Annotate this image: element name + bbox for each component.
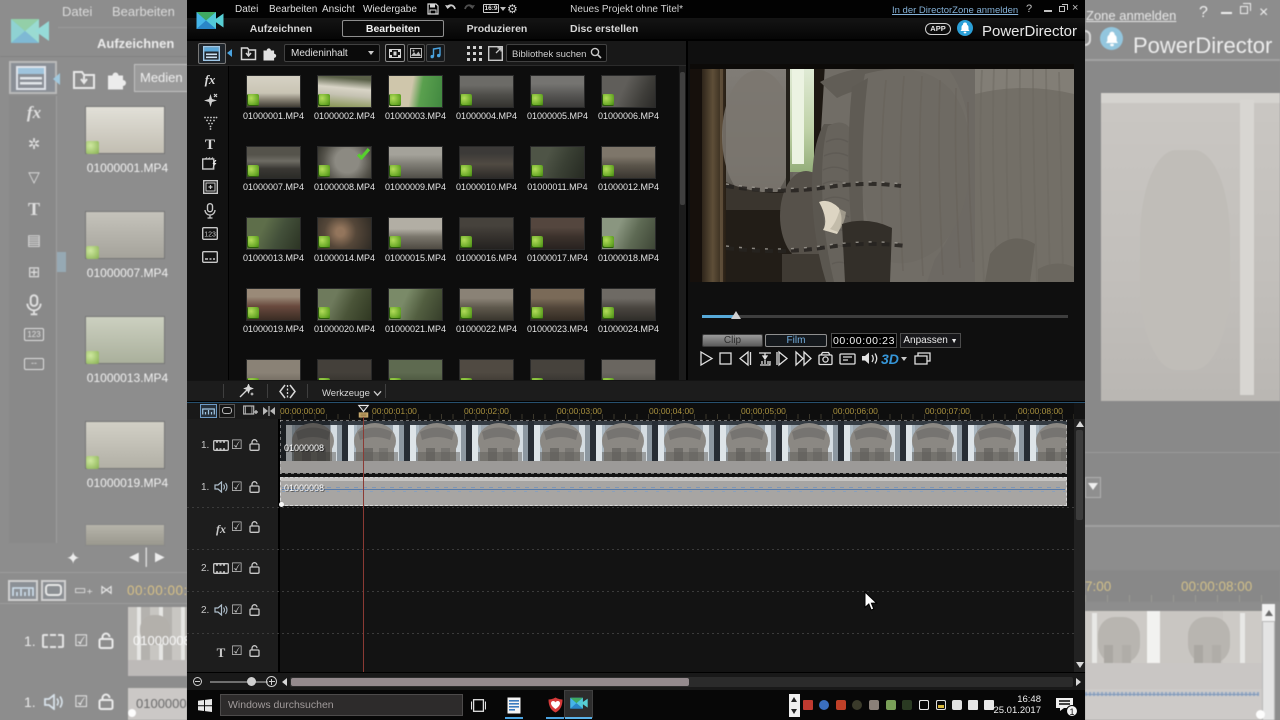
svg-text:123: 123 xyxy=(204,232,216,239)
svg-text:3D: 3D xyxy=(881,351,899,367)
